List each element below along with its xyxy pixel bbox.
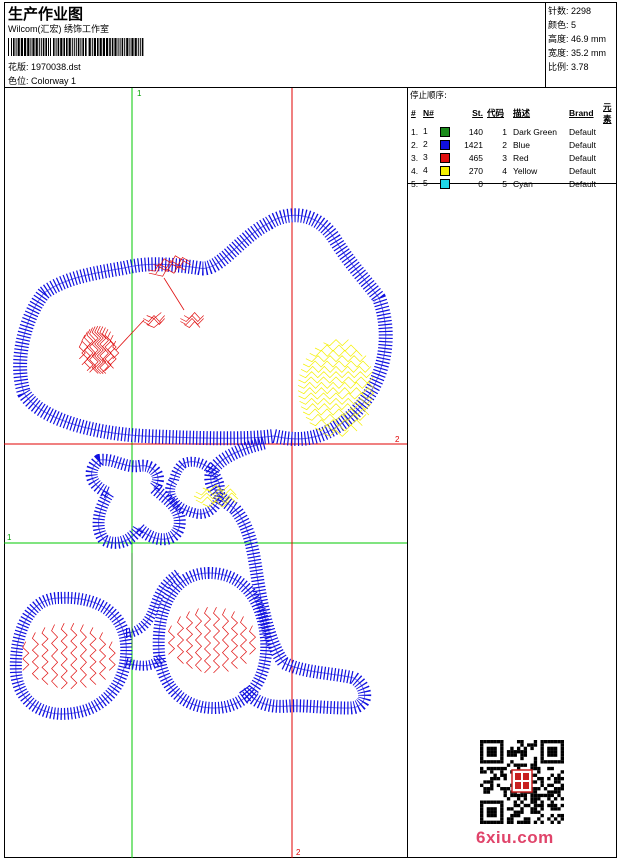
colorway-label: 色位:: [8, 76, 29, 86]
watermark-site: 6xiu.com: [476, 828, 554, 847]
specs-box: 针数: 2298 颜色: 5 高度: 46.9 mm 宽度: 35.2 mm 比…: [546, 2, 617, 88]
spec-colors: 颜色: 5: [548, 20, 577, 30]
color-swatch: [440, 165, 451, 176]
table-header-row: # N# St. 代码 描述 Brand 元素: [409, 101, 617, 125]
red-stitch-line: [163, 277, 185, 311]
qr-code: [480, 740, 564, 824]
eye-red-right: [180, 311, 204, 328]
color-swatch: [440, 139, 451, 150]
header-info: 生产作业图 Wilcom(汇宏) 绣饰工作室 花版: 1970038.dst 色…: [4, 2, 546, 88]
table-row: 4. 4 270 4 Yellow Default: [411, 165, 596, 176]
table-row: 1. 1 140 1 Dark Green Default: [411, 126, 596, 137]
color-sequence-table: # N# St. 代码 描述 Brand 元素 1. 1 140 1 Dark Gre…: [409, 101, 617, 190]
body-outline: [204, 436, 372, 715]
spec-height: 高度: 46.9 mm: [548, 34, 607, 44]
guide-label-green-left: 1: [7, 533, 12, 542]
col-header-stitches: St.: [472, 108, 483, 118]
col-header-index: #: [411, 108, 416, 118]
table-row: 2. 2 1421 2 Blue Default: [411, 139, 596, 150]
barcode: [8, 38, 144, 56]
pattern-label: 花版:: [8, 62, 29, 72]
stop-sequence-title: 停止顺序:: [410, 91, 447, 101]
spec-width: 宽度: 35.2 mm: [548, 48, 607, 58]
spec-scale: 比例: 3.78: [548, 62, 589, 72]
col-header-element: 元素: [603, 102, 612, 124]
guide-label-green-top: 1: [137, 89, 142, 98]
color-swatch: [440, 126, 451, 137]
right-foot-red-fill: [167, 607, 257, 674]
eye-red-left: [143, 312, 165, 328]
col-header-description: 描述: [513, 108, 531, 118]
ear-yellow-fill: [297, 339, 375, 437]
color-swatch: [440, 152, 451, 163]
colorway-value: Colorway 1: [31, 76, 77, 86]
guide-label-red-bottom: 2: [296, 848, 301, 857]
embroidery-design-area: 1 1 2 2: [4, 88, 408, 858]
left-foot-outline: [9, 591, 133, 720]
color-swatch: [440, 178, 451, 189]
col-header-brand: Brand: [569, 108, 594, 118]
embroidery-design: 1 1 2 2: [4, 88, 407, 858]
pattern-value: 1970038.dst: [31, 62, 81, 72]
company-name: Wilcom(汇宏) 绣饰工作室: [8, 24, 109, 34]
leg-connector: [125, 568, 182, 638]
pattern-line: 花版: 1970038.dst: [8, 60, 81, 73]
spec-stitches: 针数: 2298: [548, 6, 592, 16]
nose-red-fill: [78, 325, 120, 375]
table-row: 5. 5 0 5 Cyan Default: [411, 178, 596, 189]
head-outline: [13, 208, 393, 446]
page-title: 生产作业图: [8, 5, 84, 23]
table-row: 3. 3 465 3 Red Default: [411, 152, 596, 163]
colorway-line: 色位: Colorway 1: [8, 74, 76, 87]
guide-label-red-right: 2: [395, 435, 400, 444]
arm-flower-outline: [85, 453, 186, 549]
stop-sequence-panel: 停止顺序: # N# St. 代码 描述 Brand 元素 1. 1 140 1 Da…: [408, 88, 617, 189]
col-header-code: 代码: [487, 108, 505, 118]
stitch-layer: [9, 208, 393, 720]
left-foot-red-fill: [22, 623, 116, 690]
red-stitch-line-2: [115, 319, 145, 351]
col-header-n: N#: [423, 108, 434, 118]
